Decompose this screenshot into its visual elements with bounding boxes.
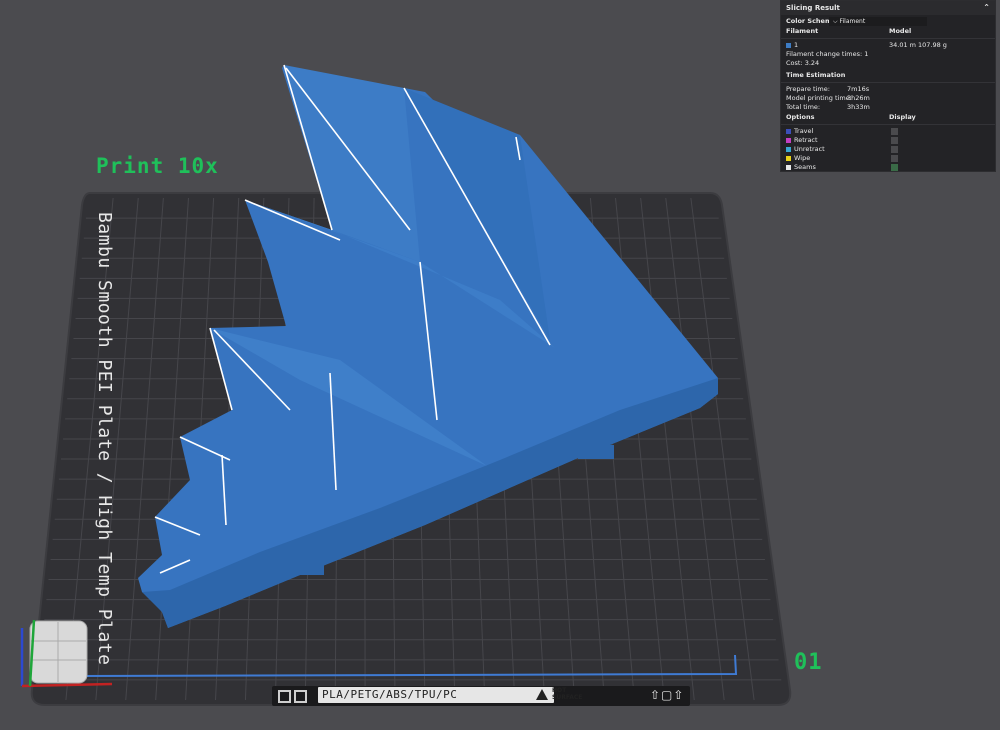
- seams-display-checkbox[interactable]: [891, 164, 898, 171]
- retract-color-swatch: [786, 137, 791, 143]
- prepare-time-value: 7m16s: [847, 85, 870, 93]
- divider: [781, 124, 995, 125]
- option-label: Travel: [794, 127, 814, 135]
- filament-id: 1: [794, 41, 799, 49]
- time-estimation-label: Time Estimation: [786, 71, 846, 79]
- surface-text: SURFACE: [552, 694, 583, 701]
- print-count-label: Print 10x: [96, 154, 219, 178]
- filament-header: Filament: [786, 27, 819, 35]
- model-printing-time-value: 3h26m: [847, 94, 870, 102]
- material-list: PLA/PETG/ABS/TPU/PC: [318, 687, 554, 703]
- plate-name-label: Bambu Smooth PEI Plate / High Temp Plate: [94, 212, 115, 666]
- slicing-result-panel: Slicing Result ⌃ Color Scheme ⌵ Filament…: [780, 0, 996, 172]
- qr-mark-icon: [278, 689, 291, 703]
- retract-display-checkbox[interactable]: [891, 137, 898, 144]
- unretract-color-swatch: [786, 146, 791, 152]
- plate-material-label: PLA/PETG/ABS/TPU/PC HOT SURFACE ⇧▢⇧: [272, 686, 690, 706]
- filament-change-times: Filament change times: 1: [786, 50, 869, 58]
- qr-mark-icon: [294, 689, 307, 703]
- model-weight: 107.98 g: [918, 41, 947, 49]
- option-label: Retract: [794, 136, 818, 144]
- panel-title: Slicing Result: [786, 4, 840, 12]
- option-wipe: Wipe: [781, 154, 995, 163]
- option-label: Wipe: [794, 154, 811, 162]
- option-travel: Travel: [781, 127, 995, 136]
- travel-display-checkbox[interactable]: [891, 128, 898, 135]
- model-header: Model: [889, 27, 912, 35]
- model-printing-time-label: Model printing time:: [786, 94, 852, 102]
- arrow-up-box-icon: ⇧▢⇧: [650, 688, 685, 702]
- option-retract: Retract: [781, 136, 995, 145]
- plate-number-label: 01: [794, 650, 823, 675]
- warning-triangle-icon: [536, 689, 548, 700]
- option-unretract: Unretract: [781, 145, 995, 154]
- filament-color-swatch: [786, 42, 791, 48]
- display-header: Display: [889, 113, 916, 121]
- options-header: Options: [786, 113, 815, 121]
- collapse-chevron-icon[interactable]: ⌃: [983, 1, 990, 15]
- cost: Cost: 3.24: [786, 59, 820, 67]
- hot-surface-warning: HOT SURFACE: [530, 687, 616, 703]
- wipe-display-checkbox[interactable]: [891, 155, 898, 162]
- color-scheme-select[interactable]: ⌵ Filament: [829, 17, 927, 26]
- wipe-color-swatch: [786, 155, 791, 161]
- travel-color-swatch: [786, 128, 791, 134]
- option-label: Seams: [794, 163, 816, 171]
- divider: [781, 82, 995, 83]
- total-time-value: 3h33m: [847, 103, 870, 111]
- color-scheme-value: Filament: [839, 18, 866, 25]
- model-length: 34.01 m: [889, 41, 917, 49]
- total-time-label: Total time:: [786, 103, 821, 111]
- prepare-time-label: Prepare time:: [786, 85, 830, 93]
- panel-header[interactable]: Slicing Result ⌃: [781, 1, 995, 15]
- seams-color-swatch: [786, 164, 791, 170]
- option-seams: Seams: [781, 163, 995, 172]
- hot-text: HOT: [552, 687, 567, 694]
- divider: [781, 38, 995, 39]
- unretract-display-checkbox[interactable]: [891, 146, 898, 153]
- option-label: Unretract: [794, 145, 825, 153]
